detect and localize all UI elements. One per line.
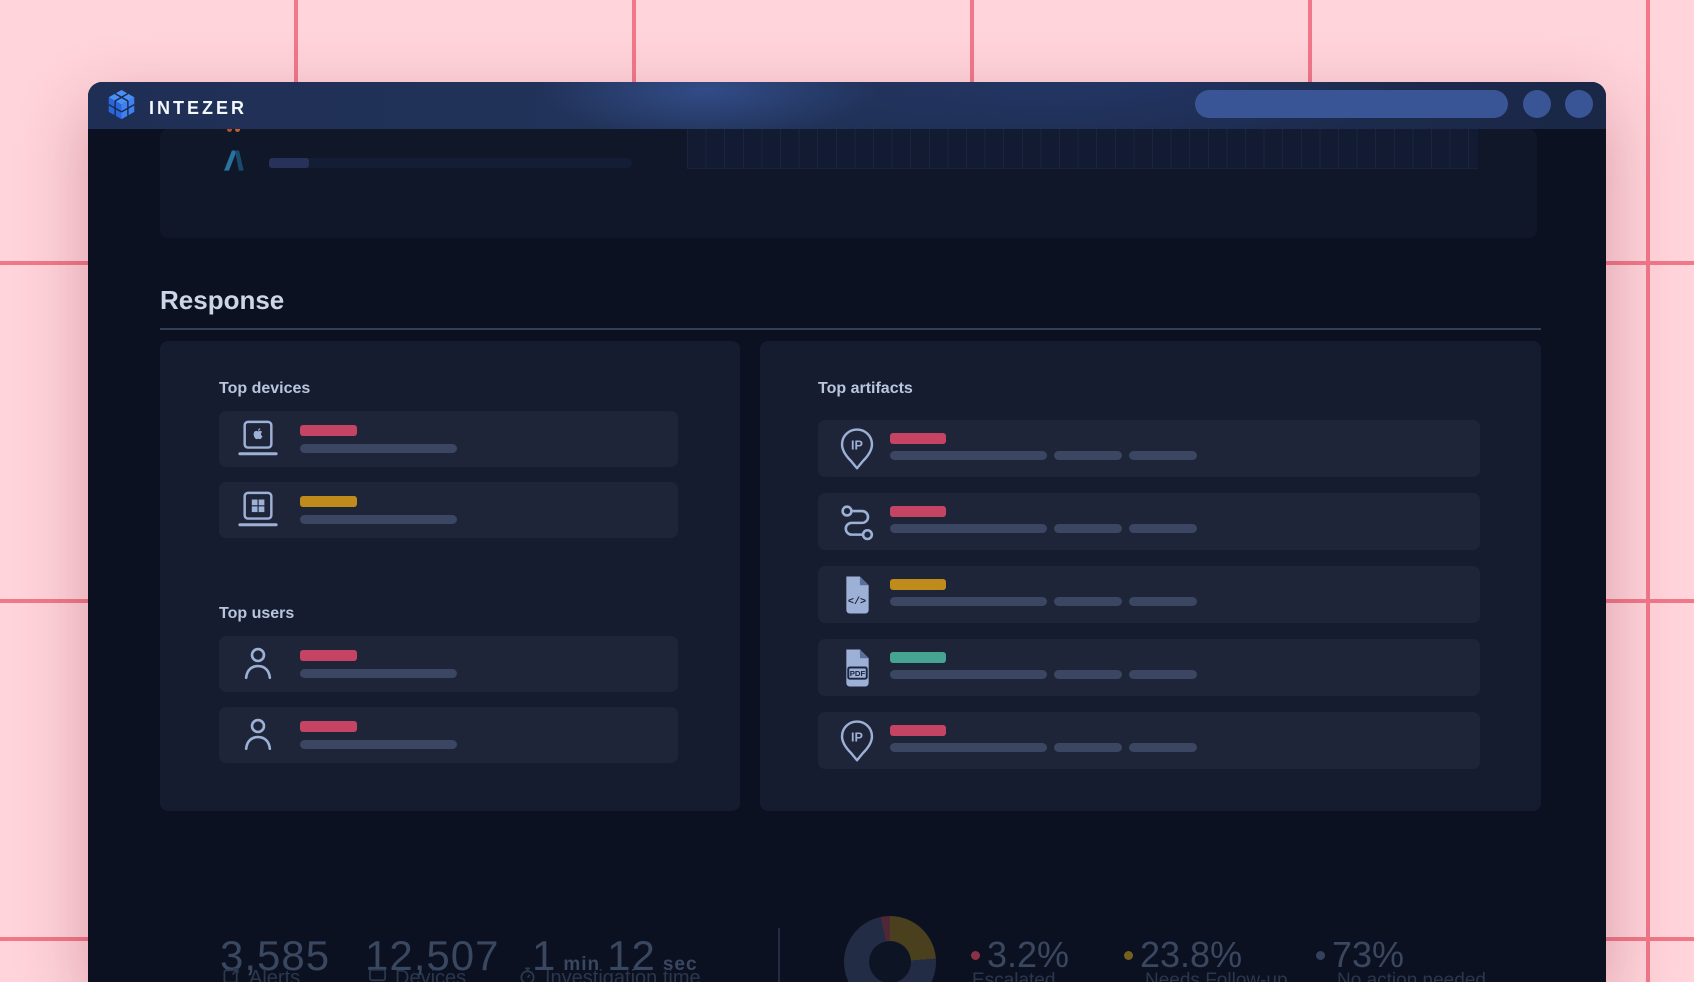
breakdown-escalated-label: Escalated	[972, 970, 1055, 982]
skeleton-bar	[1129, 670, 1197, 679]
top-devices-list	[219, 411, 678, 553]
stats-divider	[778, 928, 780, 982]
skeleton-accent-bar	[890, 652, 946, 663]
background-grid-line	[1646, 0, 1650, 982]
skeleton-accent-bar	[890, 579, 946, 590]
list-item[interactable]	[818, 493, 1480, 550]
skeleton-accent-bar	[890, 433, 946, 444]
legend-dot	[971, 951, 980, 960]
section-title: Response	[160, 285, 284, 316]
process-flow-icon	[832, 503, 882, 541]
skeleton-bar	[890, 524, 1047, 533]
header-search-pill[interactable]	[1195, 90, 1508, 118]
ip-address-pin-icon: IP	[832, 719, 882, 762]
timeline-grid	[687, 129, 1478, 169]
skeleton-bar	[300, 669, 457, 678]
skeleton-bar	[269, 158, 632, 168]
devices-icon	[368, 966, 387, 982]
skeleton-bar	[300, 444, 457, 453]
svg-text:IP: IP	[851, 730, 863, 744]
skeleton-bar	[1129, 524, 1197, 533]
app-header: INTEZER	[88, 82, 1606, 129]
skeleton-accent-bar	[890, 506, 946, 517]
devices-label: Devices	[368, 966, 466, 982]
windows-laptop-icon	[233, 490, 283, 530]
code-file-icon: </>	[832, 574, 882, 615]
skeleton-bar	[890, 670, 1047, 679]
skeleton-bar	[1129, 597, 1197, 606]
list-item[interactable]: IP	[818, 712, 1480, 769]
list-item[interactable]	[219, 411, 678, 467]
breakdown-needs-follow-up-label: Needs Follow-up	[1145, 970, 1288, 982]
user-icon	[233, 717, 283, 753]
pdf-file-icon: PDF	[832, 647, 882, 688]
svg-text:PDF: PDF	[849, 669, 865, 678]
legend-dot	[1316, 951, 1325, 960]
skeleton-bar	[1054, 524, 1122, 533]
skeleton-bar	[300, 515, 457, 524]
skeleton-accent-bar	[300, 496, 357, 507]
breakdown-no-action-label: No action needed	[1337, 970, 1486, 982]
user-icon	[233, 646, 283, 682]
list-item[interactable]: PDF	[818, 639, 1480, 696]
header-icon-button-2[interactable]	[1565, 90, 1593, 118]
intezer-cube-logo	[106, 89, 137, 127]
top-users-list	[219, 636, 678, 778]
list-item[interactable]: IP	[818, 420, 1480, 477]
skeleton-accent-bar	[300, 721, 357, 732]
brand: INTEZER	[106, 89, 247, 127]
skeleton-bar	[1129, 451, 1197, 460]
list-item[interactable]: </>	[818, 566, 1480, 623]
investigation-time-label: Investigation time	[518, 966, 701, 982]
alerts-label: Alerts	[222, 966, 300, 982]
skeleton-accent-bar	[890, 725, 946, 736]
panel-title: Top artifacts	[818, 380, 913, 398]
section-divider	[160, 328, 1541, 330]
top-artifacts-list: IP </> PDF IP	[818, 420, 1480, 785]
ip-address-pin-icon: IP	[832, 427, 882, 470]
alerts-icon	[222, 966, 241, 982]
panel-title: Top users	[219, 605, 294, 623]
skeleton-bar	[1054, 670, 1122, 679]
brand-name: INTEZER	[149, 98, 247, 119]
skeleton-bar	[890, 743, 1047, 752]
artifacts-panel: Top artifacts IP </> PDF IP	[760, 341, 1541, 811]
skeleton-bar	[1129, 743, 1197, 752]
verdict-donut-chart	[844, 916, 936, 982]
skeleton-bar	[1054, 597, 1122, 606]
app-window: INTEZER Response Top devices Top users T…	[88, 82, 1606, 982]
skeleton-accent-bar	[269, 158, 309, 168]
list-item[interactable]	[219, 482, 678, 538]
header-icon-button-1[interactable]	[1523, 90, 1551, 118]
devices-users-panel: Top devices Top users	[160, 341, 740, 811]
svg-text:IP: IP	[851, 438, 863, 452]
panel-title: Top devices	[219, 380, 310, 398]
skeleton-bar	[1054, 743, 1122, 752]
skeleton-bar	[300, 740, 457, 749]
mac-laptop-icon	[233, 419, 283, 459]
azure-logo-icon	[223, 149, 244, 177]
skeleton-bar	[890, 451, 1047, 460]
legend-dot	[1124, 951, 1133, 960]
skeleton-bar	[1054, 451, 1122, 460]
svg-text:</>: </>	[847, 596, 865, 608]
skeleton-accent-bar	[300, 650, 357, 661]
skeleton-bar	[890, 597, 1047, 606]
skeleton-accent-bar	[300, 425, 357, 436]
stopwatch-icon	[518, 966, 537, 982]
list-item[interactable]	[219, 707, 678, 763]
list-item[interactable]	[219, 636, 678, 692]
